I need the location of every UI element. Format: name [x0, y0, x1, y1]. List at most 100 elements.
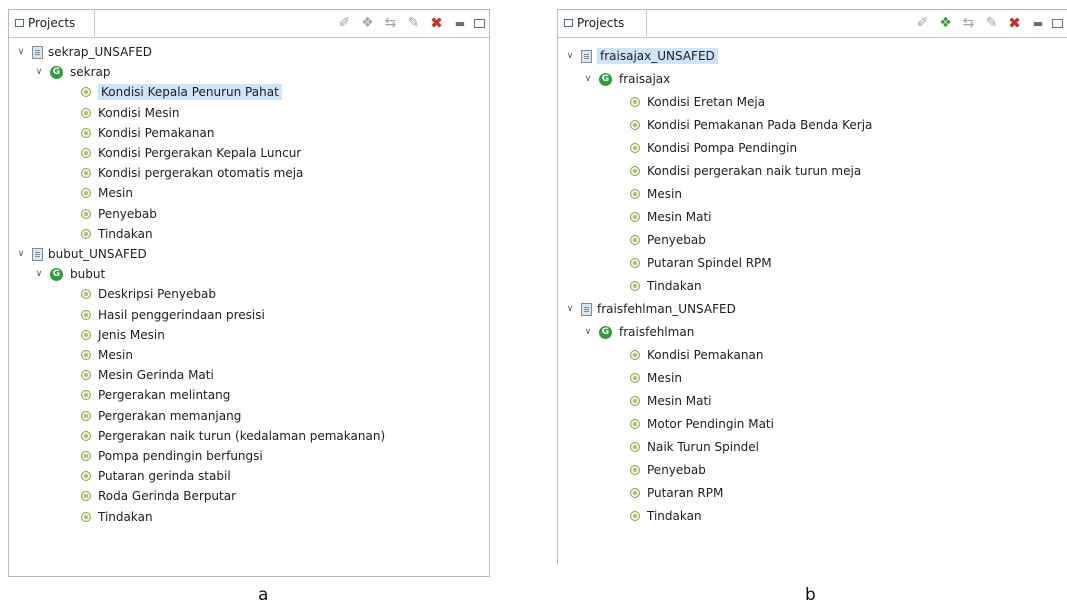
chevron-down-icon[interactable]: ∨ — [582, 74, 594, 84]
pin-icon[interactable]: ✐ — [336, 14, 353, 32]
chevron-down-icon[interactable]: ∨ — [33, 269, 45, 279]
class-label: Kondisi Pergerakan Kepala Luncur — [98, 146, 302, 160]
class-icon — [81, 208, 91, 219]
class-node[interactable]: Kondisi Pompa Pendingin — [630, 138, 797, 158]
class-icon — [81, 107, 91, 118]
class-node[interactable]: Deskripsi Penyebab — [81, 284, 216, 304]
caption-a: a — [258, 585, 269, 605]
class-label: Jenis Mesin — [98, 327, 165, 342]
class-label: Hasil penggerindaan presisi — [98, 307, 265, 322]
chevron-down-icon[interactable]: ∨ — [15, 249, 27, 259]
class-label: Roda Gerinda Berputar — [98, 489, 237, 504]
minimize-icon[interactable]: ▬ — [451, 14, 468, 32]
class-node[interactable]: Pompa pendingin berfungsi — [81, 446, 263, 466]
project-icon — [32, 247, 43, 261]
class-node[interactable]: Kondisi Pemakanan Pada Benda Kerja — [630, 115, 872, 135]
class-node[interactable]: Kondisi pergerakan otomatis meja — [81, 163, 303, 183]
class-icon — [81, 309, 91, 320]
class-label: Mesin — [647, 371, 682, 385]
ontology-node[interactable]: ∨ Gbubut — [33, 264, 105, 284]
projects-tab[interactable]: Projects — [9, 10, 95, 36]
class-node[interactable]: Tindakan — [630, 506, 702, 526]
chevron-down-icon[interactable]: ∨ — [564, 304, 576, 314]
class-node[interactable]: Jenis Mesin — [81, 325, 165, 345]
class-icon — [630, 235, 640, 245]
class-node[interactable]: Penyebab — [630, 230, 706, 250]
class-icon — [630, 442, 640, 452]
class-label: Kondisi Pompa Pendingin — [647, 141, 798, 155]
class-label: Mesin — [98, 186, 133, 201]
minimize-icon[interactable]: ▬ — [1029, 14, 1046, 32]
project-node[interactable]: ∨ sekrap_UNSAFED — [15, 42, 152, 62]
class-node[interactable]: Kondisi Pemakanan — [630, 345, 763, 365]
class-node[interactable]: Putaran RPM — [630, 483, 723, 503]
delete-icon[interactable]: ✖ — [428, 14, 445, 32]
chevron-down-icon[interactable]: ∨ — [33, 67, 45, 77]
class-node[interactable]: Kondisi Pemakanan — [81, 123, 214, 143]
class-node[interactable]: Mesin — [630, 368, 682, 388]
class-node[interactable]: Pergerakan memanjang — [81, 406, 241, 426]
class-node[interactable]: Mesin — [81, 183, 133, 203]
chevron-down-icon[interactable]: ∨ — [15, 47, 27, 57]
ontology-node[interactable]: ∨ Gsekrap — [33, 62, 111, 82]
projects-view-a: Projects ✐ ❖ ⇆ ✎ ✖ ▬ ∨ sekrap_UNSAFED ∨ Gse… — [8, 9, 490, 577]
class-node[interactable]: Penyebab — [630, 460, 706, 480]
class-icon — [81, 228, 91, 239]
class-label: Kondisi pergerakan naik turun meja — [647, 164, 862, 178]
class-node[interactable]: Mesin Mati — [630, 207, 712, 227]
maximize-icon[interactable] — [474, 18, 485, 28]
edit-icon[interactable]: ✎ — [983, 14, 1000, 32]
ontology-node[interactable]: ∨ Gfraisajax — [582, 69, 671, 89]
project-node[interactable]: ∨ bubut_UNSAFED — [15, 244, 147, 264]
class-node[interactable]: Pergerakan melintang — [81, 385, 230, 405]
delete-icon[interactable]: ✖ — [1006, 14, 1023, 32]
class-label: Kondisi Pemakanan — [98, 125, 215, 140]
new-ontology-icon[interactable]: ❖ — [359, 14, 376, 32]
class-node[interactable]: Kondisi pergerakan naik turun meja — [630, 161, 861, 181]
class-node[interactable]: Naik Turun Spindel — [630, 437, 759, 457]
projects-tab[interactable]: Projects — [558, 10, 647, 36]
project-icon — [581, 302, 592, 316]
class-node[interactable]: Mesin Mati — [630, 391, 712, 411]
project-node[interactable]: ∨ fraisfehlman_UNSAFED — [564, 299, 736, 319]
chevron-down-icon[interactable]: ∨ — [582, 327, 594, 337]
class-node[interactable]: Putaran Spindel RPM — [630, 253, 772, 273]
project-tree: ∨ fraisajax_UNSAFED ∨ Gfraisajax Kondisi Ere… — [558, 38, 1067, 564]
class-node[interactable]: Mesin — [630, 184, 682, 204]
class-node[interactable]: Kondisi Mesin — [81, 103, 180, 123]
class-node[interactable]: Tindakan — [81, 507, 153, 527]
class-label: Tindakan — [647, 279, 702, 293]
project-node[interactable]: ∨ fraisajax_UNSAFED — [564, 46, 718, 66]
refactor-icon[interactable]: ⇆ — [382, 14, 399, 32]
maximize-icon[interactable] — [1052, 18, 1063, 28]
class-icon — [81, 370, 91, 381]
class-node[interactable]: Putaran gerinda stabil — [81, 466, 231, 486]
class-node[interactable]: Mesin Gerinda Mati — [81, 365, 214, 385]
chevron-down-icon[interactable]: ∨ — [564, 51, 576, 61]
class-node[interactable]: Pergerakan naik turun (kedalaman pemakan… — [81, 426, 385, 446]
class-node[interactable]: Kondisi Eretan Meja — [630, 92, 765, 112]
refactor-icon[interactable]: ⇆ — [960, 14, 977, 32]
class-icon — [81, 148, 91, 158]
ontology-label: bubut — [70, 267, 106, 282]
class-node[interactable]: Kondisi Kepala Penurun Pahat — [81, 82, 282, 102]
class-node[interactable]: Motor Pendingin Mati — [630, 414, 774, 434]
class-node[interactable]: Roda Gerinda Berputar — [81, 486, 236, 506]
project-label: fraisfehlman_UNSAFED — [597, 302, 736, 316]
ontology-icon: G — [599, 72, 612, 86]
class-node[interactable]: Hasil penggerindaan presisi — [81, 305, 265, 325]
class-label: Kondisi Pemakanan — [647, 348, 764, 362]
pin-icon[interactable]: ✐ — [914, 14, 931, 32]
ontology-node[interactable]: ∨ Gfraisfehlman — [582, 322, 695, 342]
class-label: Tindakan — [98, 509, 153, 524]
class-icon — [630, 212, 640, 222]
new-ontology-icon[interactable]: ❖ — [937, 14, 954, 32]
edit-icon[interactable]: ✎ — [405, 14, 422, 32]
class-node[interactable]: Tindakan — [630, 276, 702, 296]
class-node[interactable]: Mesin — [81, 345, 133, 365]
class-label: Penyebab — [647, 233, 706, 247]
project-icon — [32, 45, 43, 59]
class-node[interactable]: Penyebab — [81, 204, 157, 224]
class-node[interactable]: Kondisi Pergerakan Kepala Luncur — [81, 143, 301, 163]
class-node[interactable]: Tindakan — [81, 224, 153, 244]
